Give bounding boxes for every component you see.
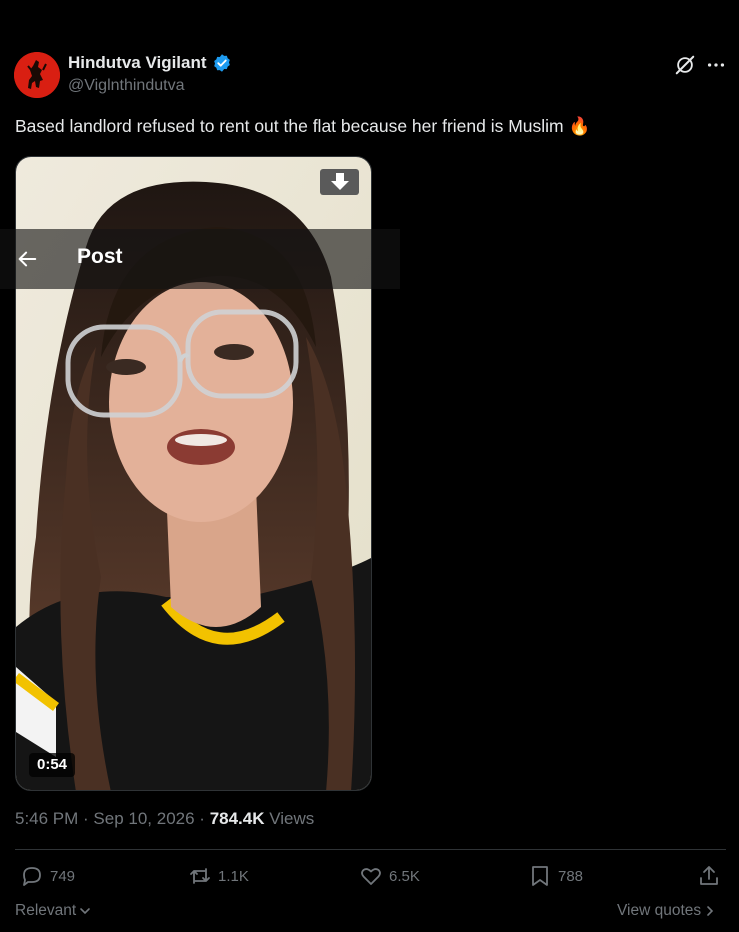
share-button[interactable] [697, 864, 721, 888]
reply-icon [23, 867, 41, 886]
meta-separator: · [194, 809, 210, 828]
bookmark-count: 788 [558, 867, 584, 885]
like-count: 6.5K [389, 867, 420, 885]
chevron-down-icon [80, 908, 90, 915]
video-duration-badge: 0:54 [29, 753, 76, 777]
like-button[interactable]: 6.5K [359, 864, 420, 888]
repost-count: 1.1K [218, 867, 249, 885]
views-label: Views [264, 809, 315, 828]
fire-emoji: 🔥 [568, 116, 591, 136]
reply-sort-label: Relevant [15, 902, 77, 919]
post-nav-bar [0, 229, 400, 289]
download-button[interactable] [320, 169, 359, 195]
bookmark-icon [532, 866, 548, 886]
tweet-date[interactable]: Sep 10, 2026 [93, 809, 194, 828]
views-count: 784.4K [209, 809, 265, 828]
view-quotes-link[interactable]: View quotes [617, 902, 715, 920]
author-name-text[interactable]: Hindutva Vigilant [68, 53, 207, 73]
tweet-text-content: Based landlord refused to rent out the f… [15, 116, 564, 136]
author-name[interactable]: Hindutva Vigilant [68, 53, 232, 73]
heart-icon [361, 868, 381, 885]
more-options-icon[interactable] [705, 56, 727, 74]
reply-button[interactable]: 749 [20, 864, 75, 888]
nav-title: Post [77, 245, 123, 268]
tweet-time[interactable]: 5:46 PM [15, 809, 78, 828]
download-arrow-icon [330, 173, 349, 190]
chevron-right-icon [707, 906, 714, 916]
author-handle[interactable]: @Viglnthindutva [68, 77, 184, 95]
repost-icon [190, 868, 210, 884]
avatar-emblem-icon [14, 52, 60, 98]
tweet-meta: 5:46 PM · Sep 10, 2026 · 784.4K Views [15, 809, 314, 829]
view-quotes-label: View quotes [617, 902, 702, 919]
share-icon [700, 866, 718, 885]
divider [15, 849, 726, 850]
reply-sort-dropdown[interactable]: Relevant [15, 902, 91, 920]
avatar[interactable] [14, 52, 60, 98]
tweet-text: Based landlord refused to rent out the f… [15, 116, 590, 137]
grok-icon[interactable] [674, 54, 696, 76]
repost-button[interactable]: 1.1K [188, 864, 249, 888]
reply-count: 749 [50, 867, 76, 885]
back-arrow-icon[interactable] [16, 248, 38, 270]
verified-badge-icon [213, 54, 230, 72]
meta-separator: · [78, 809, 94, 828]
bookmark-button[interactable]: 788 [528, 864, 583, 888]
